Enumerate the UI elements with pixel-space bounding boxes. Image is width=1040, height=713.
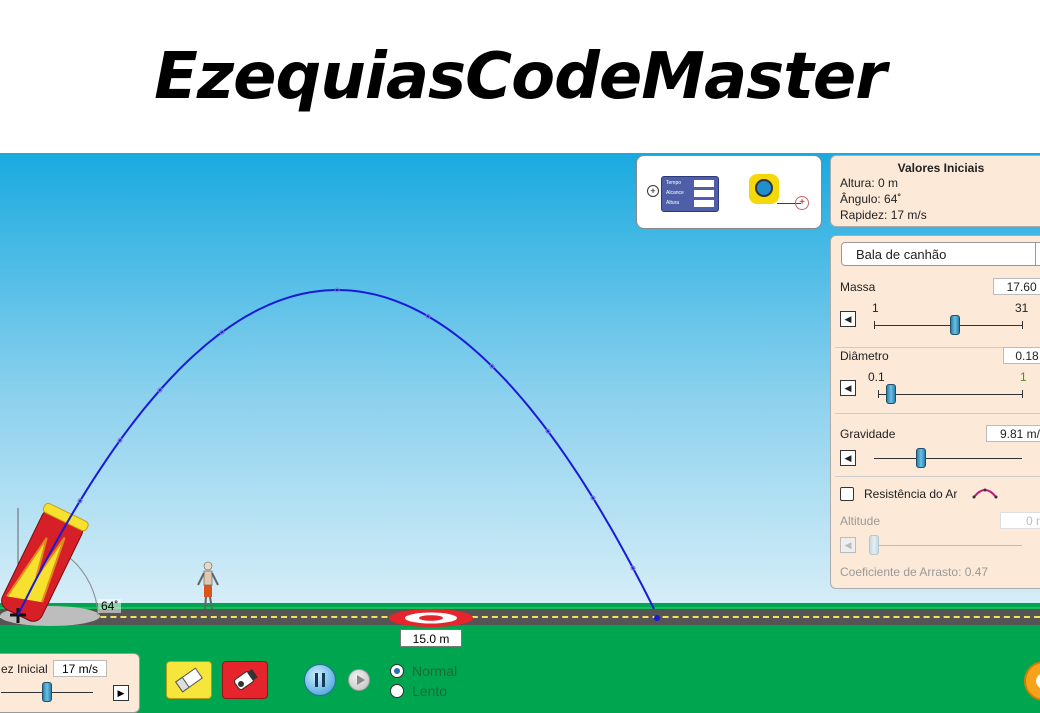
mass-label: Massa [840, 280, 876, 294]
cannon-fire-icon [234, 669, 258, 690]
play-icon [357, 675, 365, 685]
diameter-max-label: 1 [1020, 370, 1027, 384]
gravity-value-field[interactable]: 9.81 m/s [986, 425, 1040, 442]
diameter-slider-thumb[interactable] [885, 384, 896, 404]
mass-max-label: 31 [1015, 301, 1029, 315]
altitude-decrement-button: ◀ [840, 537, 856, 553]
mass-value-field[interactable]: 17.60 k [993, 278, 1040, 295]
gravity-slider-thumb[interactable] [916, 448, 927, 468]
normal-speed-label: Normal [412, 663, 458, 679]
measure-tools-box[interactable]: + Tempo Alcance Altura + [636, 155, 822, 229]
pause-button[interactable] [304, 664, 336, 696]
altitude-slider-track [874, 545, 1022, 546]
readout-tool[interactable]: Tempo Alcance Altura [661, 176, 719, 212]
trajectory-arc-icon [972, 488, 998, 499]
slow-speed-radio[interactable] [390, 684, 404, 698]
zoom-icon[interactable]: + [647, 185, 659, 197]
divider [835, 476, 1040, 477]
eraser-button[interactable] [166, 661, 212, 699]
mass-decrement-button[interactable]: ◀ [840, 311, 856, 327]
step-button[interactable] [348, 669, 370, 691]
gravity-decrement-button[interactable]: ◀ [840, 450, 856, 466]
target-distance-label[interactable]: 15.0 m [400, 629, 462, 647]
projectile-select-value: Bala de canhão [856, 247, 947, 262]
initial-values-title: Valores Iniciais [897, 161, 985, 175]
gravity-slider-track[interactable] [874, 458, 1022, 459]
angle-arc [69, 557, 99, 616]
diameter-tick-min [878, 390, 879, 398]
altitude-label: Altitude [840, 514, 881, 528]
air-resistance-checkbox[interactable] [840, 487, 854, 501]
altitude-slider-thumb [869, 535, 879, 555]
diameter-slider-track[interactable] [878, 394, 1022, 395]
target [389, 609, 473, 627]
drag-coefficient-label: Coeficiente de Arrasto: 0.47 [840, 565, 989, 579]
initial-height: Altura: 0 m [840, 176, 899, 190]
angle-label: 64˚ [98, 599, 122, 613]
eraser-icon [175, 667, 203, 693]
slow-speed-label: Lento [412, 683, 448, 699]
diameter-label: Diâmetro [840, 349, 889, 363]
diameter-value-field[interactable]: 0.18 r [1003, 347, 1040, 364]
divider [835, 413, 1040, 414]
normal-speed-radio[interactable] [390, 664, 404, 678]
mass-min-label: 1 [872, 301, 879, 315]
readout-row-height: Altura [666, 200, 680, 206]
banner-title: EzequiasCodeMaster [154, 40, 887, 114]
banner: EzequiasCodeMaster [0, 0, 1040, 153]
readout-row-range: Alcance [666, 190, 684, 196]
radio-selected-dot [394, 668, 400, 674]
initial-speed-panel: ez Inicial 17 m/s ▶ [0, 653, 140, 713]
pause-icon [315, 673, 318, 687]
chevron-down-icon[interactable]: ▼ [1035, 243, 1040, 265]
trajectory-path [17, 289, 655, 616]
tape-measure-icon[interactable] [749, 174, 779, 204]
mass-tick-min [874, 321, 875, 329]
initial-speed-slider-thumb[interactable] [42, 682, 52, 702]
landing-point [654, 615, 660, 621]
parameters-panel: Bala de canhão ▼ Massa 17.60 k 1 31 ◀ Di… [830, 235, 1040, 589]
diameter-decrement-button[interactable]: ◀ [840, 380, 856, 396]
trajectory-markers [77, 287, 636, 571]
air-resistance-label: Resistência do Ar [864, 487, 958, 501]
initial-speed-value-field[interactable]: 17 m/s [53, 660, 107, 677]
simulation-stage[interactable]: 64˚ 15.0 m + Tempo Alcance Altura + Valo… [0, 153, 1040, 713]
tape-end-icon[interactable]: + [795, 196, 809, 210]
readout-row-time: Tempo [666, 180, 682, 186]
person-figure [197, 561, 219, 610]
mass-tick-max [1022, 321, 1023, 329]
projectile-select[interactable]: Bala de canhão ▼ [841, 242, 1040, 266]
mass-slider-track[interactable] [874, 325, 1022, 326]
gravity-label: Gravidade [840, 427, 896, 441]
initial-values-panel: Valores Iniciais Altura: 0 m Ângulo: 64˚… [830, 155, 1040, 227]
initial-speed-increment-button[interactable]: ▶ [113, 685, 129, 701]
initial-angle: Ângulo: 64˚ [840, 192, 902, 206]
diameter-tick-max [1022, 390, 1023, 398]
initial-speed-label: ez Inicial [1, 662, 48, 676]
diameter-min-label: 0.1 [868, 370, 885, 384]
initial-speed: Rapidez: 17 m/s [840, 208, 927, 222]
fire-button[interactable] [222, 661, 268, 699]
altitude-value-field: 0 m [1000, 512, 1040, 529]
mass-slider-thumb[interactable] [950, 315, 961, 335]
